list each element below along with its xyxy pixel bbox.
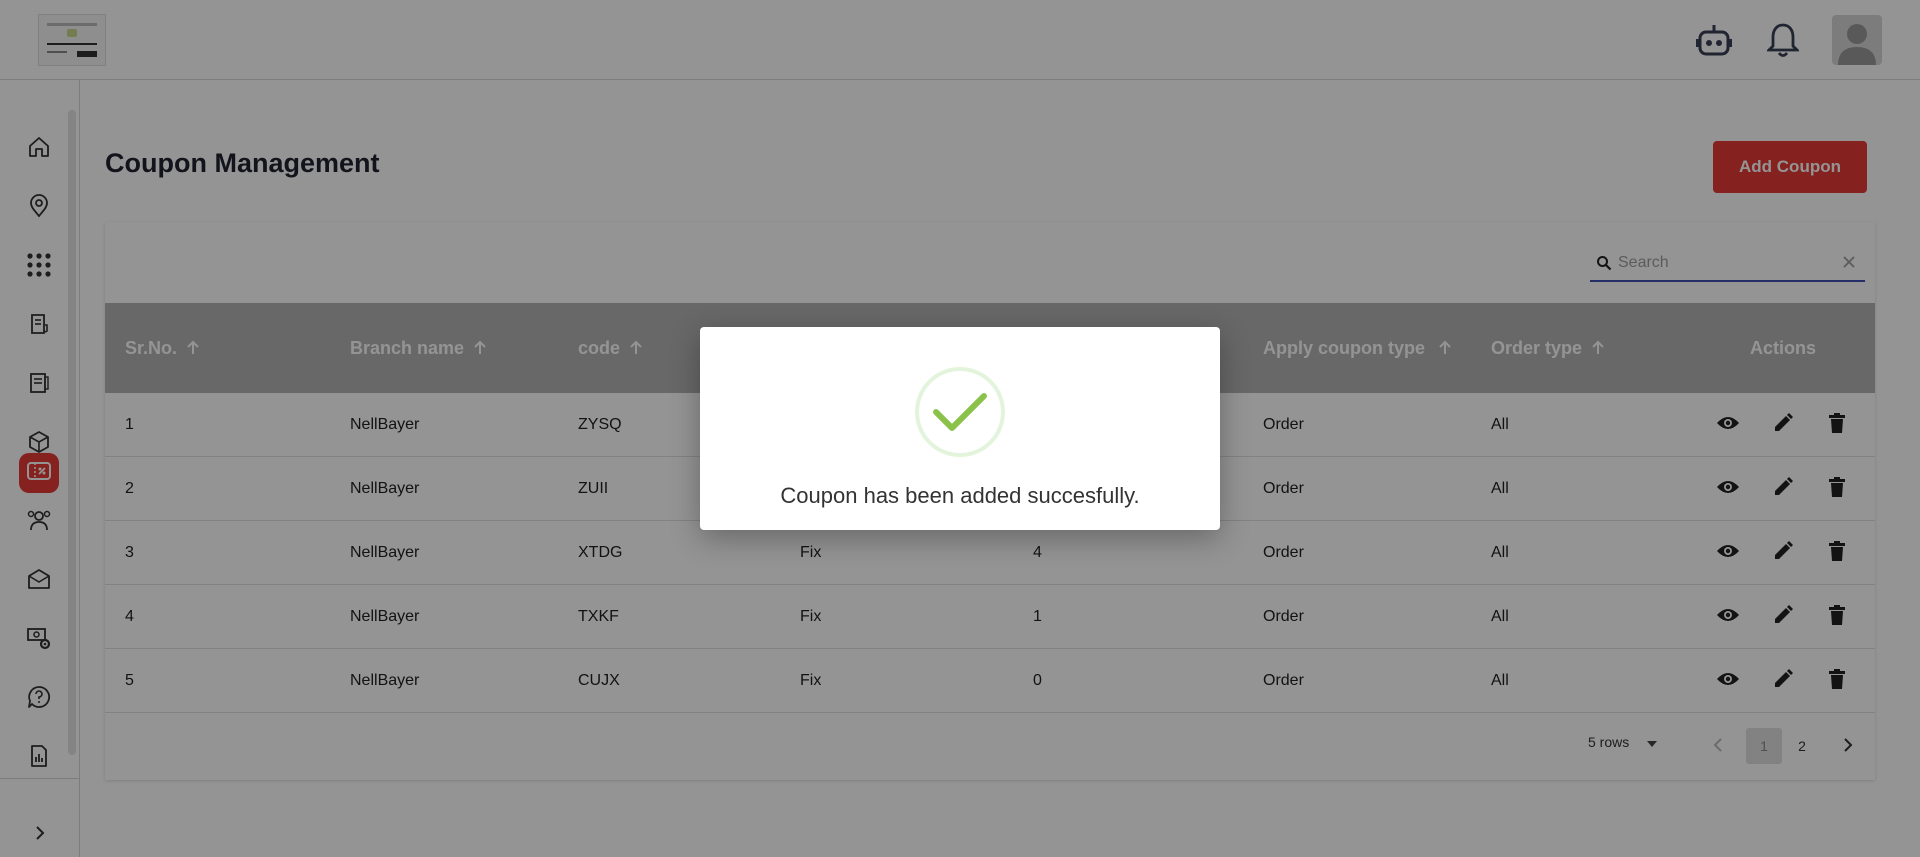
success-message: Coupon has been added succesfully. [780,483,1140,508]
success-dialog: Coupon has been added succesfully. [700,327,1220,530]
success-check-icon [915,367,1005,457]
